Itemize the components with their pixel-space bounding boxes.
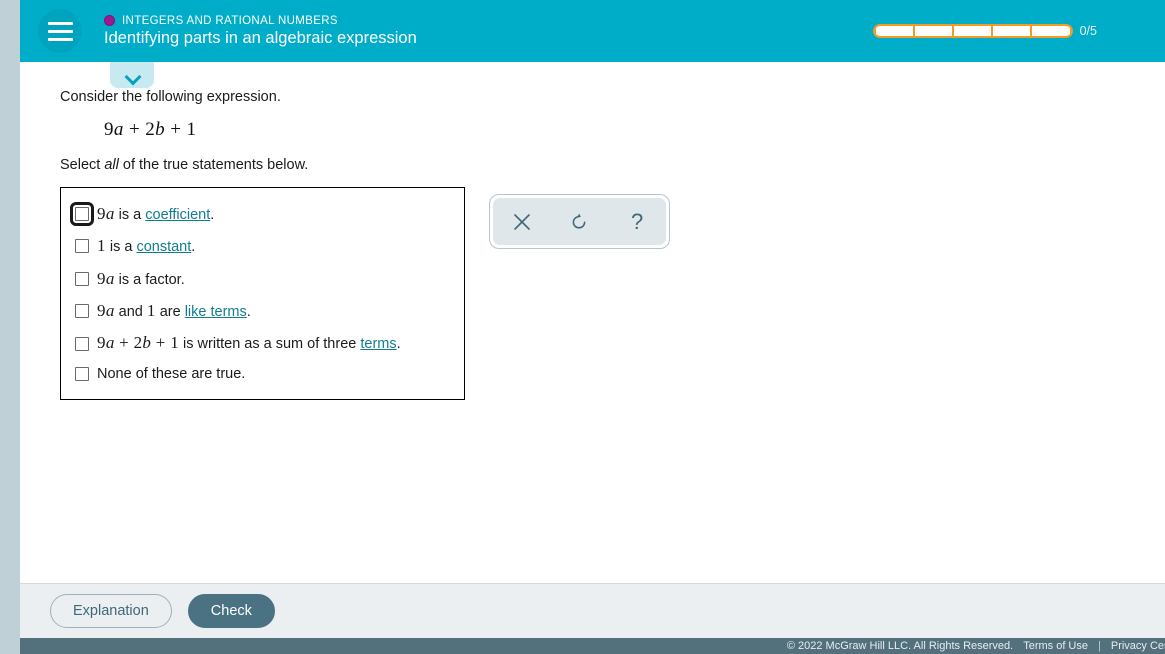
tool-palette-inner: ?: [493, 198, 666, 245]
page-title: Identifying parts in an algebraic expres…: [104, 28, 417, 47]
glossary-link[interactable]: coefficient: [145, 207, 210, 223]
expression-coeff-1: 9: [104, 118, 114, 140]
math-fragment: 9a: [97, 301, 115, 321]
question-prompt: Consider the following expression.: [60, 89, 281, 105]
progress-indicator: 0/5: [872, 24, 1097, 38]
text-fragment: is a: [114, 206, 146, 223]
option-row[interactable]: 9a and 1 are like terms.: [61, 295, 464, 327]
action-bar: Explanation Check: [20, 583, 1165, 638]
progress-count-label: 0/5: [1079, 24, 1097, 38]
footer-separator: |: [1098, 640, 1101, 652]
privacy-center-link[interactable]: Privacy Center: [1111, 640, 1165, 652]
text-fragment: are: [155, 304, 185, 321]
math-fragment: 1: [146, 301, 156, 321]
instruction-before: Select: [60, 156, 105, 173]
terms-of-use-link[interactable]: Terms of Use: [1023, 640, 1088, 652]
math-fragment: 9a: [97, 268, 115, 288]
check-button[interactable]: Check: [187, 593, 275, 629]
text-fragment: is a factor.: [114, 271, 185, 288]
topic-label: INTEGERS AND RATIONAL NUMBERS: [122, 14, 338, 27]
option-row[interactable]: 9a is a factor.: [61, 263, 464, 295]
option-label: 9a and 1 are like terms.: [97, 301, 251, 321]
option-label: 9a is a coefficient.: [97, 204, 214, 224]
expression-coeff-2: 2: [145, 118, 156, 140]
checkbox-opt-factor[interactable]: [75, 271, 89, 286]
algebraic-expression: 9a + 2b + 1: [104, 119, 1165, 141]
option-label: 1 is a constant.: [97, 236, 195, 256]
header-text-group: INTEGERS AND RATIONAL NUMBERS Identifyin…: [104, 15, 873, 48]
close-x-icon: [514, 213, 530, 230]
option-label: 9a + 2b + 1 is written as a sum of three…: [97, 333, 401, 353]
expression-operator-2: +: [165, 118, 187, 140]
explanation-button[interactable]: Explanation: [50, 593, 172, 629]
progress-bar: [872, 24, 1073, 38]
expression-var-a: a: [113, 118, 124, 140]
text-fragment: is a: [105, 239, 137, 256]
text-fragment: and: [114, 304, 147, 321]
undo-button[interactable]: [559, 204, 599, 240]
text-fragment: .: [191, 239, 196, 256]
instruction-after: of the true statements below.: [118, 156, 309, 173]
math-fragment: 9a: [97, 203, 115, 223]
collapse-panel-tab[interactable]: [110, 62, 154, 88]
option-row[interactable]: 9a is a coefficient.: [61, 198, 464, 230]
glossary-link[interactable]: constant: [136, 239, 191, 255]
left-rail: [0, 0, 20, 654]
text-fragment: .: [210, 206, 215, 223]
expression-var-b: b: [155, 118, 166, 140]
question-mark-icon: ?: [631, 208, 644, 234]
help-button[interactable]: ?: [617, 204, 657, 240]
progress-segment: [1032, 26, 1070, 36]
hamburger-menu-icon[interactable]: [38, 9, 82, 53]
topic-status-dot-icon: [104, 15, 115, 26]
expression-constant: 1: [186, 118, 197, 140]
undo-arrow-icon: [573, 213, 586, 229]
option-row[interactable]: None of these are true.: [61, 360, 464, 389]
hamburger-bar: [47, 21, 73, 25]
exercise-content: Consider the following expression. 9a + …: [20, 62, 1165, 582]
checkbox-opt-constant[interactable]: [75, 239, 89, 254]
instruction-emphasis: all: [104, 156, 119, 173]
topic-line: INTEGERS AND RATIONAL NUMBERS: [104, 15, 873, 27]
answer-options-box: 9a is a coefficient. 1 is a constant. 9a i…: [60, 186, 465, 401]
progress-segment: [875, 26, 913, 36]
option-label: None of these are true.: [97, 366, 245, 383]
text-fragment: is written as a sum of three: [179, 336, 361, 353]
page-header: INTEGERS AND RATIONAL NUMBERS Identifyin…: [20, 0, 1165, 62]
selection-instruction: Select all of the true statements below.: [60, 157, 1165, 173]
progress-segment: [954, 26, 992, 36]
copyright-text: © 2022 McGraw Hill LLC. All Rights Reser…: [786, 640, 1014, 652]
checkbox-opt-none[interactable]: [75, 367, 89, 382]
text-fragment: .: [246, 304, 251, 321]
checkbox-opt-coefficient[interactable]: [70, 202, 94, 227]
progress-segment: [914, 26, 953, 36]
hamburger-bar: [47, 29, 73, 33]
text-fragment: .: [396, 336, 401, 353]
glossary-link[interactable]: terms: [360, 336, 396, 352]
footer-content: © 2022 McGraw Hill LLC. All Rights Reser…: [787, 640, 1165, 652]
clear-button[interactable]: [502, 204, 542, 240]
text-fragment: None of these are true.: [97, 365, 246, 382]
math-fragment: 9a + 2b + 1: [97, 333, 180, 353]
aleks-exercise-page: INTEGERS AND RATIONAL NUMBERS Identifyin…: [0, 0, 1165, 654]
expression-operator-1: +: [123, 118, 146, 140]
option-row[interactable]: 1 is a constant.: [61, 230, 464, 262]
math-fragment: 1: [97, 236, 106, 256]
hamburger-bar: [47, 37, 73, 41]
option-row[interactable]: 9a + 2b + 1 is written as a sum of three…: [61, 327, 464, 359]
page-footer: © 2022 McGraw Hill LLC. All Rights Reser…: [20, 638, 1165, 654]
checkbox-opt-like-terms[interactable]: [75, 304, 89, 319]
glossary-link[interactable]: like terms: [185, 304, 247, 320]
checkbox-opt-sum-of-three-terms[interactable]: [75, 336, 89, 351]
tool-palette: ?: [489, 194, 670, 249]
progress-segment: [993, 26, 1031, 36]
chevron-down-icon: [126, 71, 139, 79]
option-label: 9a is a factor.: [97, 269, 185, 289]
